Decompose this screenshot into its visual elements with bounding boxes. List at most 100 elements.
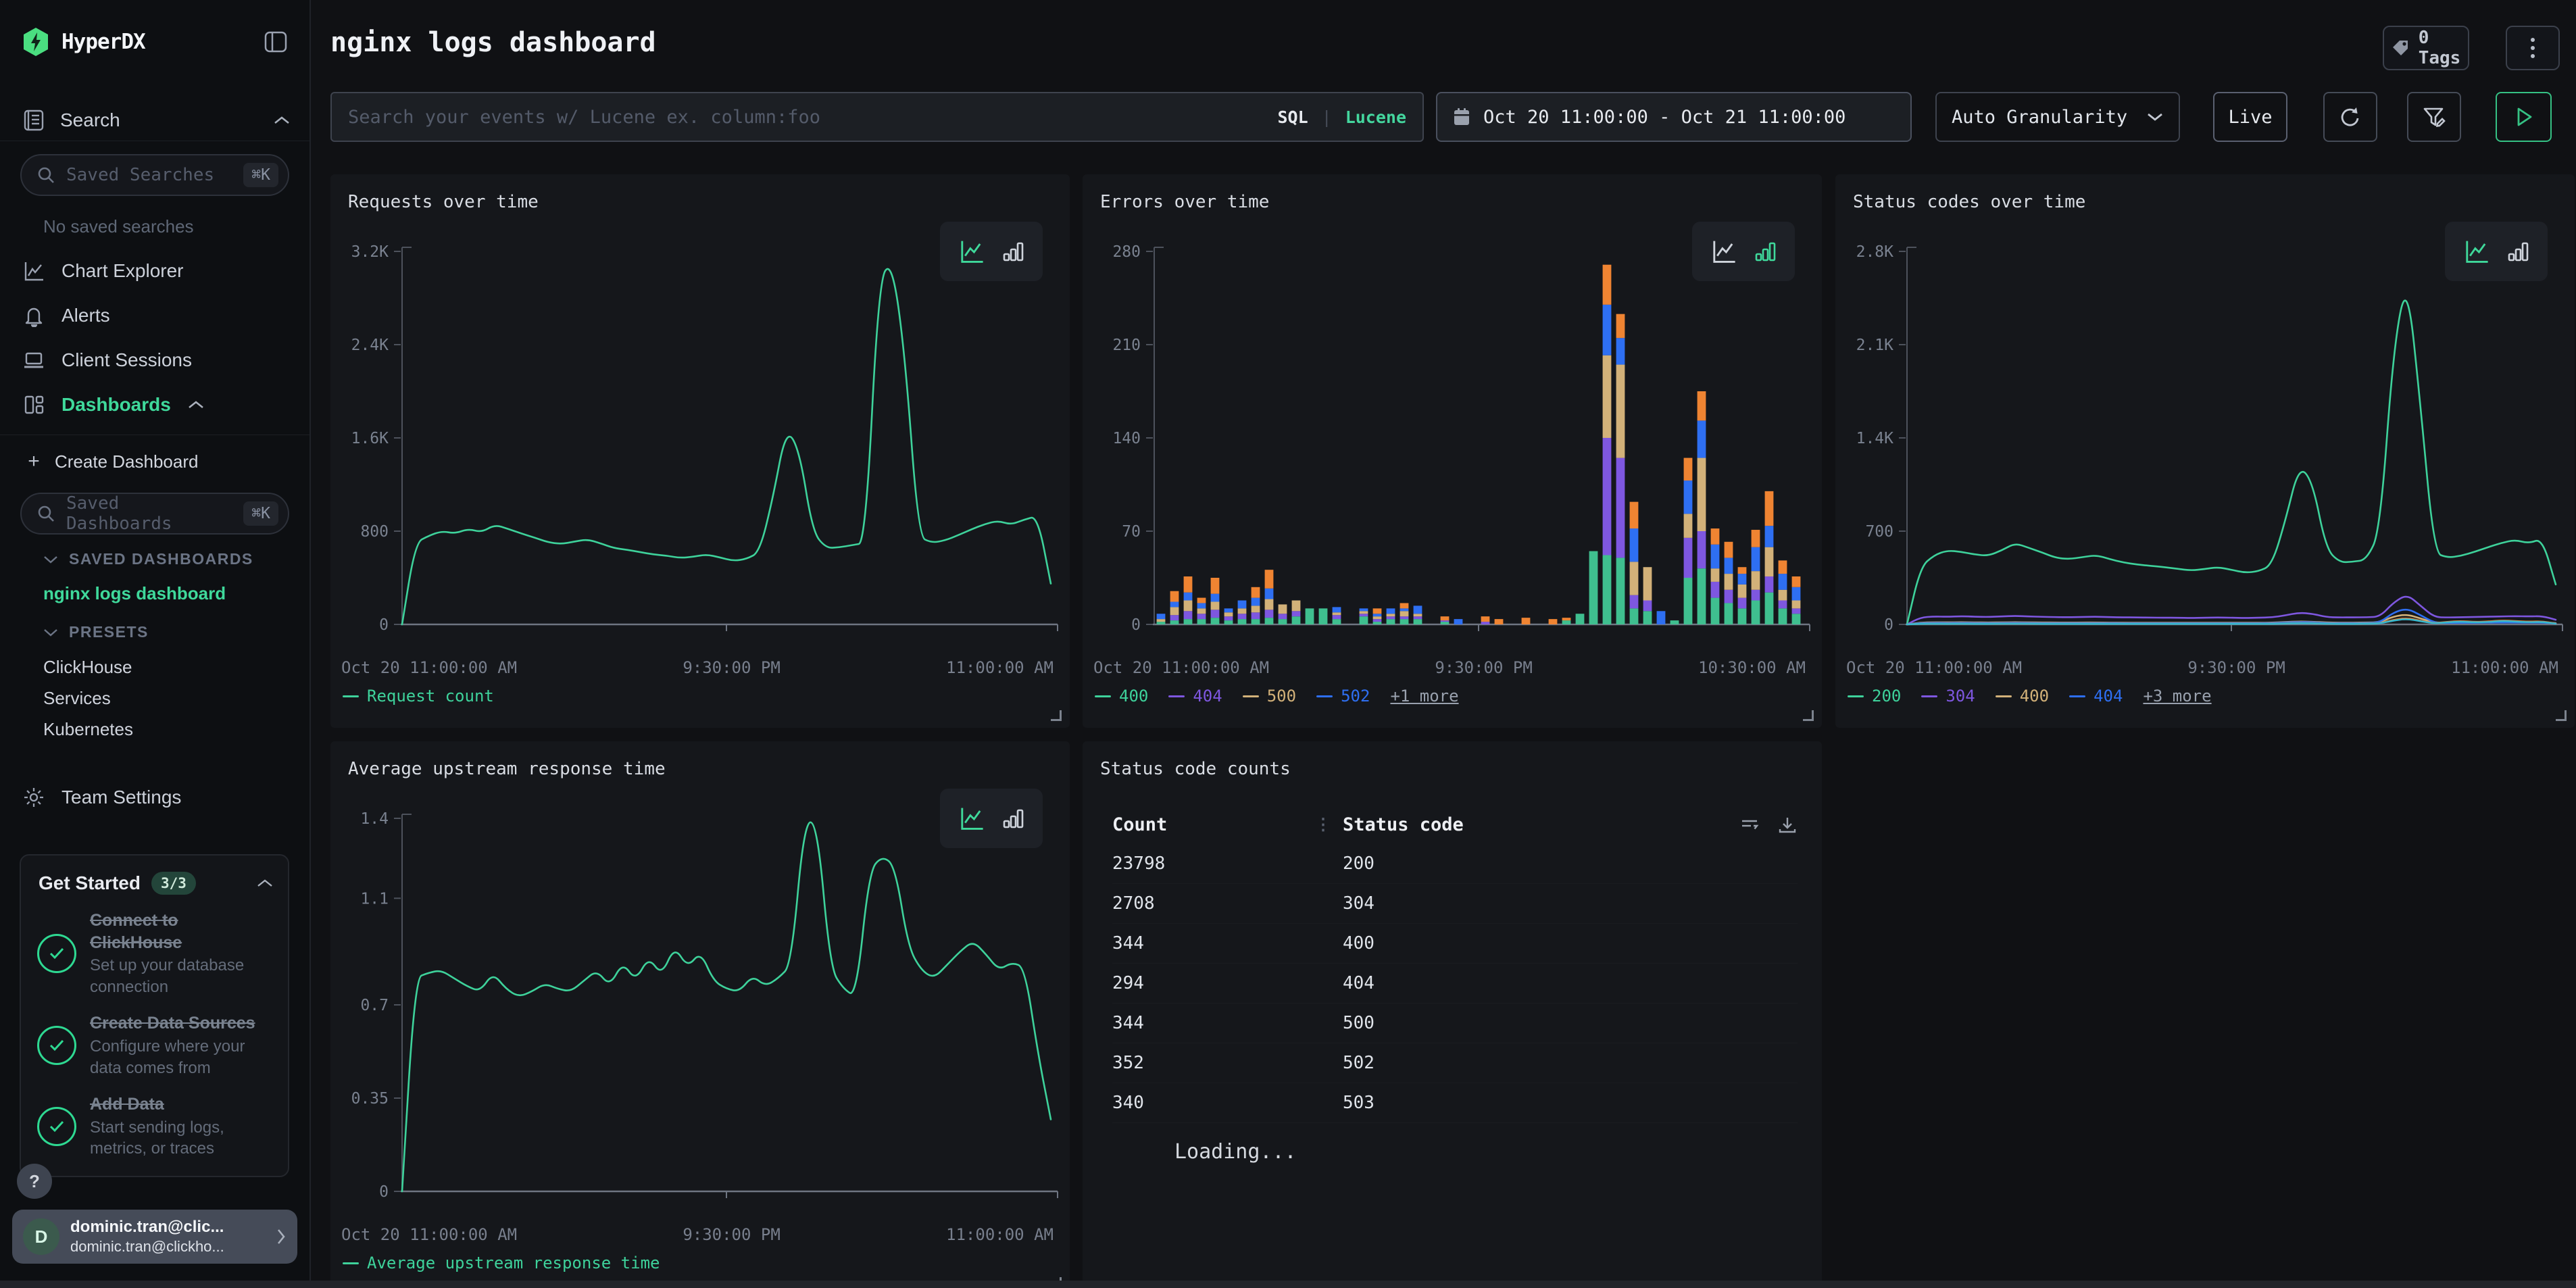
- sidebar-item-label: Dashboards: [61, 394, 171, 416]
- sidebar-item-dashboards[interactable]: Dashboards: [22, 386, 291, 424]
- run-query-button[interactable]: [2496, 92, 2552, 142]
- x-axis-label: 9:30:00 PM: [683, 1225, 781, 1244]
- legend-item[interactable]: 404: [1168, 687, 1222, 705]
- search-journal-icon: [22, 109, 45, 132]
- table-row[interactable]: 344400: [1112, 924, 1798, 964]
- granularity-value: Auto Granularity: [1952, 107, 2127, 128]
- table-row[interactable]: 294404: [1112, 964, 1798, 1004]
- help-button[interactable]: ?: [17, 1164, 52, 1199]
- cell-status-code: 502: [1343, 1053, 1374, 1073]
- svg-text:2.1K: 2.1K: [1856, 337, 1894, 354]
- preset-services[interactable]: Services: [43, 688, 111, 709]
- saved-dashboard-nginx[interactable]: nginx logs dashboard: [43, 583, 226, 604]
- x-axis-labels: Oct 20 11:00:00 AM9:30:00 PM11:00:00 AM: [341, 658, 1054, 677]
- cell-count: 294: [1112, 973, 1144, 993]
- panel-resize-handle[interactable]: [2556, 710, 2567, 721]
- panel-title: Status code counts: [1100, 759, 1291, 779]
- saved-searches-input[interactable]: Saved Searches ⌘K: [20, 154, 289, 196]
- sidebar-item-chart-explorer[interactable]: Chart Explorer: [22, 252, 291, 290]
- requests-line-chart[interactable]: 3.2K2.4K1.6K8000: [340, 242, 1060, 661]
- create-dashboard-button[interactable]: + Create Dashboard: [22, 443, 291, 480]
- preset-clickhouse[interactable]: ClickHouse: [43, 657, 132, 678]
- get-started-step-sources[interactable]: Create Data Sources Configure where your…: [21, 1001, 288, 1083]
- sidebar-item-client-sessions[interactable]: Client Sessions: [22, 341, 291, 379]
- table-row[interactable]: 23798200: [1112, 844, 1798, 884]
- download-csv-icon[interactable]: [1777, 815, 1798, 835]
- column-settings-icon[interactable]: [1739, 815, 1760, 835]
- svg-text:0.35: 0.35: [351, 1090, 389, 1108]
- chart-legend: 200 304 400 404 +3 more: [1848, 687, 2212, 705]
- user-menu[interactable]: D dominic.tran@clic... dominic.tran@clic…: [12, 1210, 297, 1264]
- refresh-button[interactable]: [2323, 92, 2377, 142]
- event-search-placeholder: Search your events w/ Lucene ex. column:…: [348, 107, 1264, 128]
- panel-resize-handle[interactable]: [1803, 710, 1814, 721]
- x-axis-label: Oct 20 11:00:00 AM: [341, 1225, 517, 1244]
- play-icon: [2514, 106, 2534, 128]
- legend-item[interactable]: 502: [1316, 687, 1370, 705]
- legend-more-link[interactable]: +1 more: [1390, 687, 1458, 705]
- event-search-input[interactable]: Search your events w/ Lucene ex. column:…: [330, 92, 1424, 142]
- table-row[interactable]: 352502: [1112, 1043, 1798, 1083]
- table-row[interactable]: 2708304: [1112, 884, 1798, 924]
- dashboards-grid-icon: [22, 393, 45, 416]
- sidebar-section-search[interactable]: Search: [22, 101, 291, 139]
- svg-text:70: 70: [1122, 523, 1141, 541]
- legend-item[interactable]: Request count: [343, 687, 494, 705]
- get-started-step-add-data[interactable]: Add Data Start sending logs, metrics, or…: [21, 1083, 288, 1164]
- legend-item[interactable]: 500: [1243, 687, 1296, 705]
- plus-icon: +: [22, 450, 45, 473]
- sidebar-item-label: Chart Explorer: [61, 260, 184, 282]
- cell-status-code: 503: [1343, 1093, 1374, 1113]
- legend-item[interactable]: 400: [1996, 687, 2049, 705]
- legend-item[interactable]: 200: [1848, 687, 1901, 705]
- granularity-select[interactable]: Auto Granularity: [1935, 92, 2180, 142]
- column-resize-handle[interactable]: ⋮: [1315, 818, 1331, 831]
- svg-text:0: 0: [379, 1183, 389, 1201]
- svg-text:1.6K: 1.6K: [351, 430, 389, 447]
- tags-button[interactable]: 0 Tags: [2383, 26, 2469, 70]
- x-axis-label: 9:30:00 PM: [1435, 658, 1533, 677]
- table-row[interactable]: 340503: [1112, 1083, 1798, 1123]
- legend-item[interactable]: 400: [1095, 687, 1148, 705]
- lucene-mode-toggle[interactable]: Lucene: [1345, 107, 1406, 127]
- chevron-up-icon[interactable]: [273, 115, 291, 126]
- legend-more-link[interactable]: +3 more: [2143, 687, 2211, 705]
- create-dashboard-label: Create Dashboard: [55, 451, 198, 472]
- get-started-progress-badge: 3/3: [151, 872, 196, 895]
- shortcut-badge: ⌘K: [243, 501, 278, 526]
- errors-stacked-bar-chart[interactable]: 280210140700: [1092, 242, 1812, 661]
- x-axis-label: 9:30:00 PM: [683, 658, 781, 677]
- svg-text:700: 700: [1865, 523, 1893, 541]
- chevron-down-icon: [43, 628, 58, 637]
- horizontal-scrollbar[interactable]: [0, 1281, 2576, 1288]
- svg-text:0: 0: [1884, 616, 1893, 634]
- get-started-step-connect[interactable]: Connect to ClickHouse Set up your databa…: [21, 899, 288, 1001]
- live-button[interactable]: Live: [2213, 92, 2287, 142]
- table-row[interactable]: 344500: [1112, 1004, 1798, 1043]
- column-header-status-code[interactable]: Status code: [1343, 814, 1464, 835]
- column-header-count[interactable]: Count: [1112, 814, 1167, 835]
- saved-dashboards-input[interactable]: Saved Dashboards ⌘K: [20, 493, 289, 535]
- sidebar-item-team-settings[interactable]: Team Settings: [22, 778, 291, 816]
- panel-options-kebab-button[interactable]: [2506, 26, 2560, 70]
- x-axis-labels: Oct 20 11:00:00 AM9:30:00 PM11:00:00 AM: [341, 1225, 1054, 1244]
- legend-item[interactable]: Average upstream response time: [343, 1254, 660, 1272]
- chevron-up-icon[interactable]: [257, 878, 273, 889]
- sidebar-item-alerts[interactable]: Alerts: [22, 297, 291, 335]
- legend-item[interactable]: 404: [2069, 687, 2123, 705]
- upstream-response-line-chart[interactable]: 1.41.10.70.350: [340, 809, 1060, 1228]
- legend-item[interactable]: 304: [1921, 687, 1975, 705]
- filter-edit-button[interactable]: [2407, 92, 2461, 142]
- presets-section-header[interactable]: PRESETS: [43, 623, 149, 641]
- panel-resize-handle[interactable]: [1051, 710, 1062, 721]
- chevron-up-icon[interactable]: [187, 399, 205, 410]
- status-codes-line-chart[interactable]: 2.8K2.1K1.4K7000: [1845, 242, 2565, 661]
- sidebar-collapse-icon[interactable]: [261, 27, 291, 57]
- panel-title: Status codes over time: [1853, 192, 2085, 212]
- saved-dashboards-section-header[interactable]: SAVED DASHBOARDS: [43, 550, 253, 568]
- preset-kubernetes[interactable]: Kubernetes: [43, 719, 133, 740]
- tags-label: 0 Tags: [2419, 28, 2461, 68]
- sql-mode-toggle[interactable]: SQL: [1277, 107, 1308, 127]
- date-range-picker[interactable]: Oct 20 11:00:00 - Oct 21 11:00:00: [1436, 92, 1912, 142]
- date-range-value: Oct 20 11:00:00 - Oct 21 11:00:00: [1483, 107, 1846, 128]
